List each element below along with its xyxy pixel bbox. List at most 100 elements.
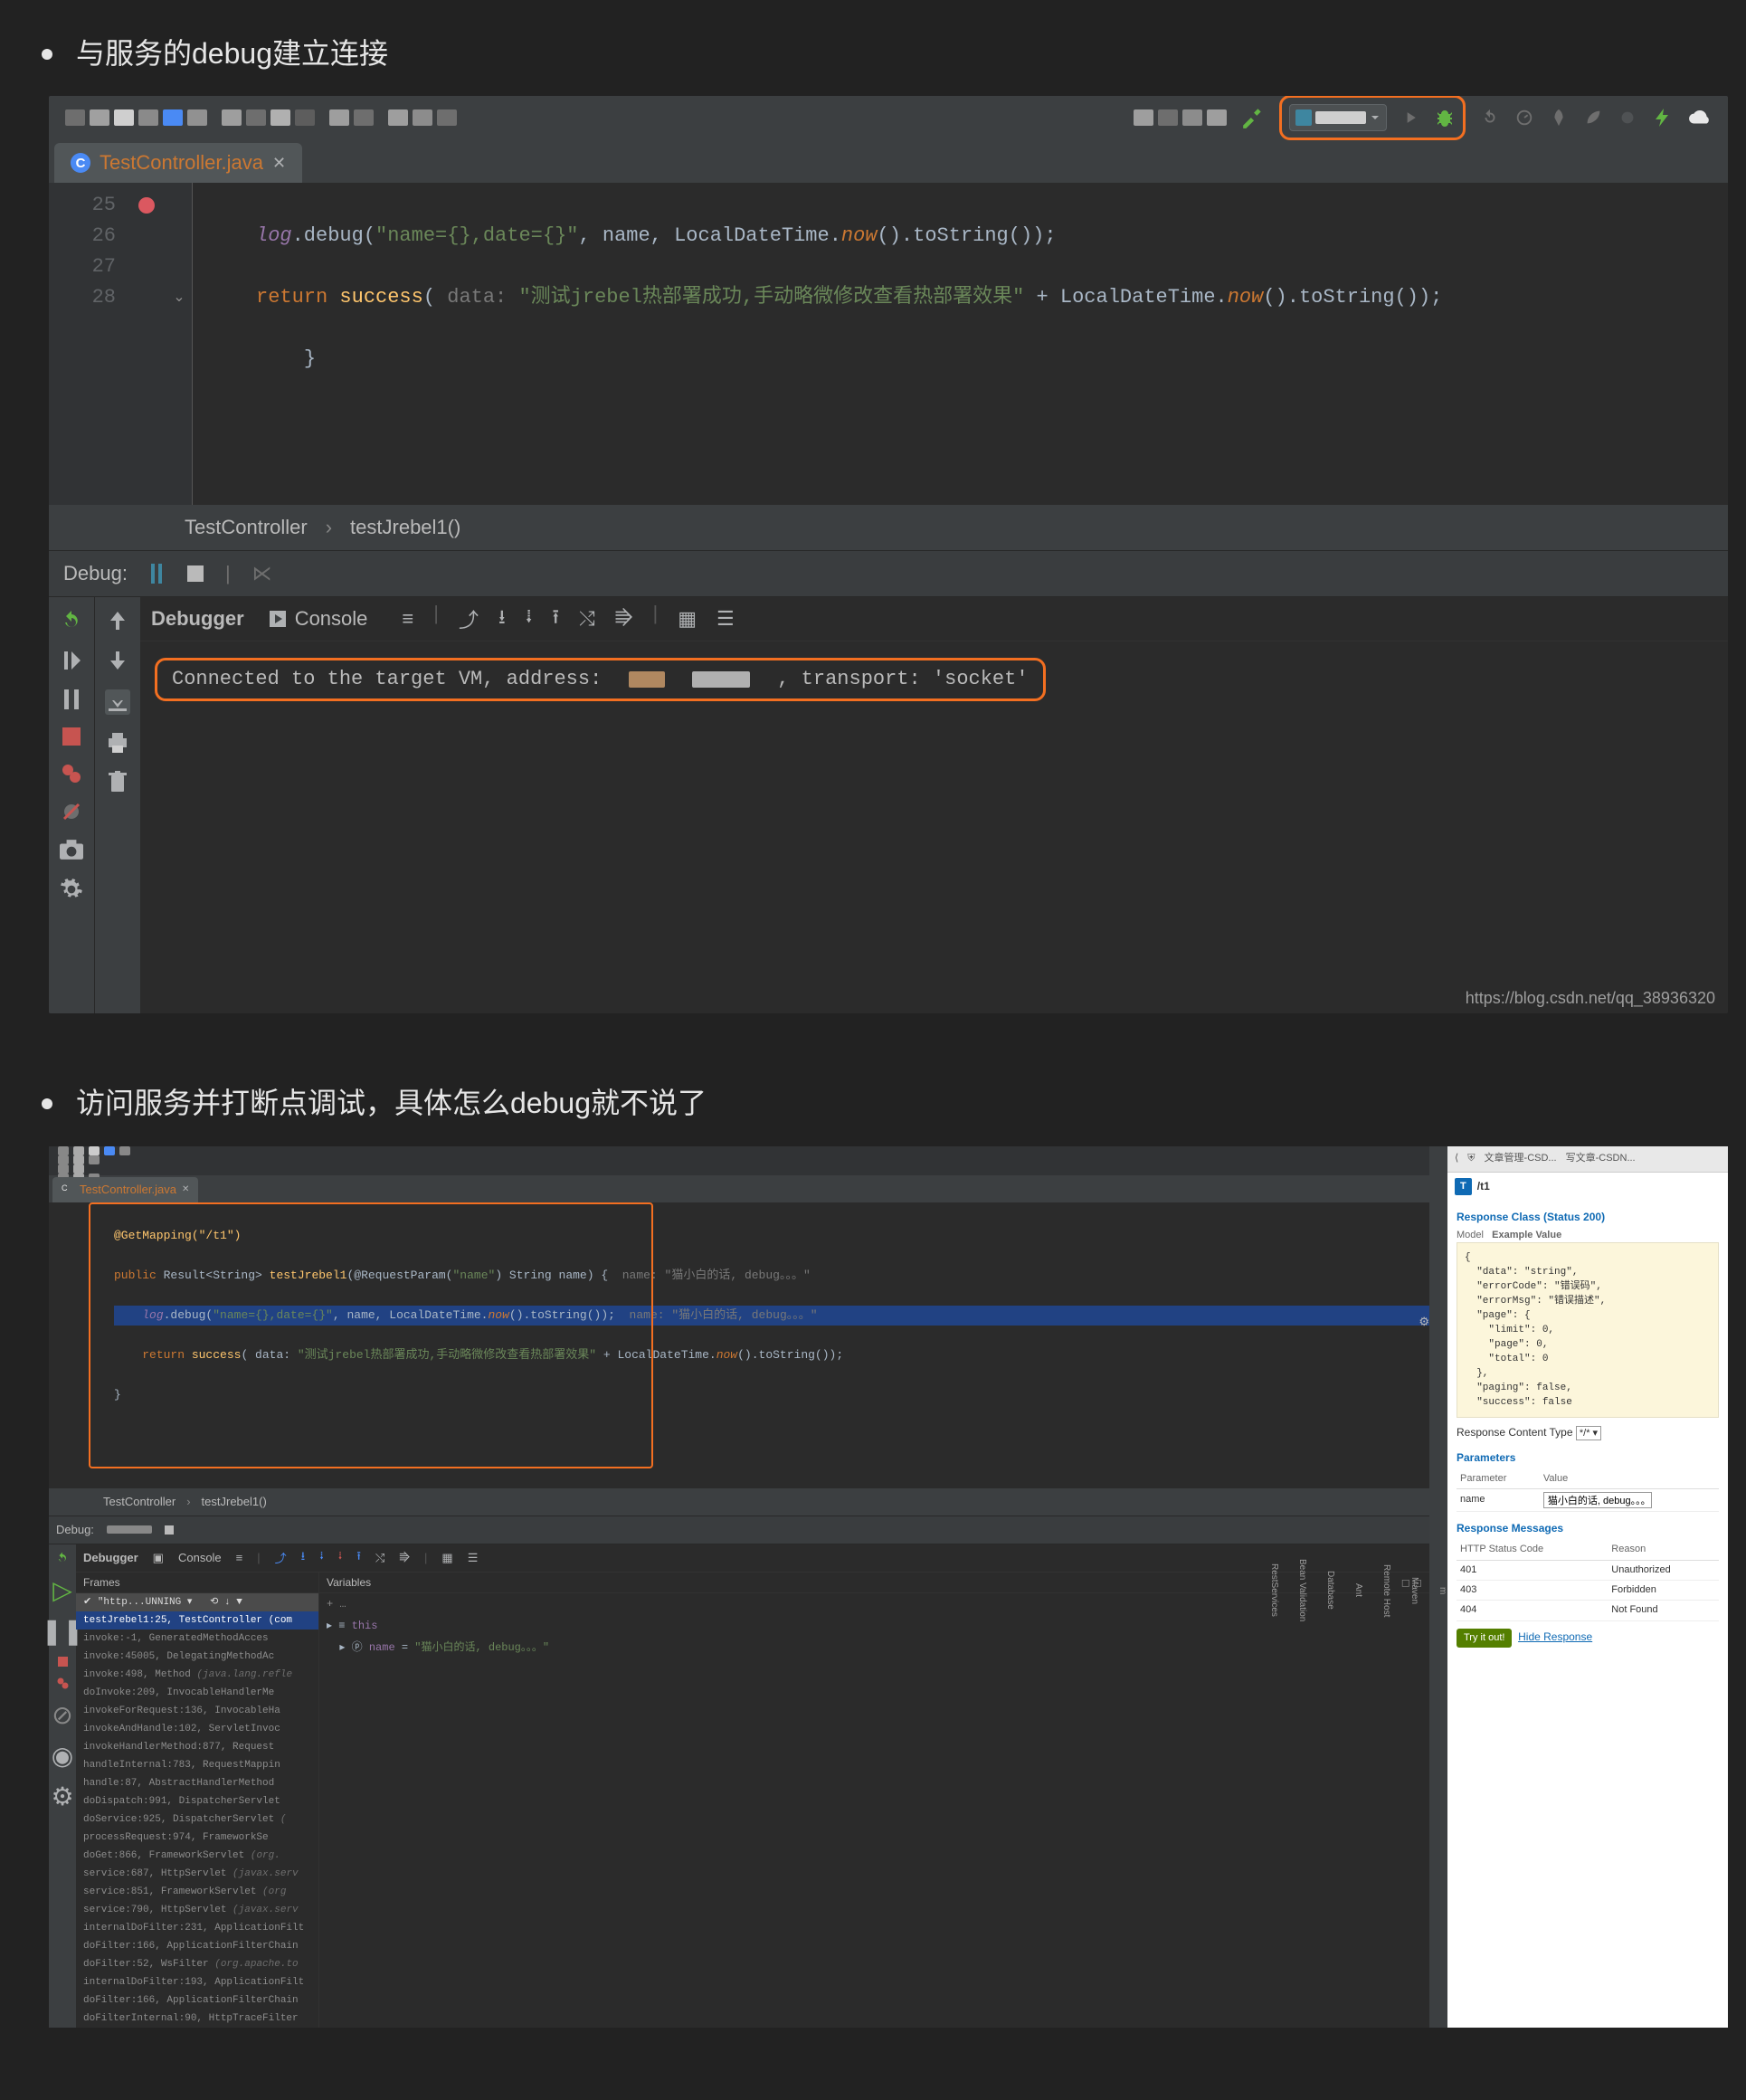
breadcrumb-class[interactable]: TestController [185, 516, 308, 539]
file-tab[interactable]: C TestController.java ✕ [54, 143, 302, 183]
stack-frame[interactable]: internalDoFilter:231, ApplicationFilt [76, 1919, 318, 1937]
pause-icon[interactable] [63, 689, 80, 709]
stack-frame[interactable]: doFilter:166, ApplicationFilterChain [76, 1937, 318, 1955]
rerun-green-icon[interactable] [56, 1552, 69, 1564]
stack-frame[interactable]: invokeForRequest:136, InvocableHa [76, 1702, 318, 1720]
close-tab-icon[interactable]: ✕ [272, 154, 286, 173]
settings-gear-icon[interactable]: ⚙ [1419, 1315, 1429, 1329]
breakpoint-marker-icon[interactable] [138, 197, 155, 214]
variables-panel[interactable]: Variables◻ ◻ + … ▸ ≡ this ▸ ⓟ name = "猫小… [319, 1573, 1429, 2028]
camera-icon[interactable] [60, 840, 83, 860]
step-over-icon[interactable]: ⤴ [459, 602, 479, 636]
browser-tabs[interactable]: ⟨ ⛨ 文章管理-CSD... 写文章-CSDN... [1447, 1146, 1728, 1173]
api-header[interactable]: T /t1 [1447, 1173, 1728, 1201]
bug-dark-icon[interactable] [1618, 108, 1637, 128]
camera-icon[interactable]: ◉ [52, 1741, 73, 1771]
frames-panel[interactable]: Frames ✔ "http...UNNING ▾ ⟲ ↓ ▼ testJreb… [76, 1573, 319, 2028]
debug-bug-icon[interactable] [1434, 107, 1456, 128]
evaluate-icon[interactable]: ▦ [678, 602, 697, 636]
view-breakpoints-icon[interactable] [62, 764, 81, 784]
browser-back-icon[interactable]: ⟨ [1455, 1152, 1458, 1165]
stop-icon[interactable] [62, 727, 81, 746]
breakpoint-gutter[interactable] [127, 183, 166, 505]
file-tab[interactable]: C TestController.java ✕ [52, 1177, 198, 1202]
step-out-icon[interactable]: ⭱ [552, 602, 559, 636]
stack-frame[interactable]: doFilter:166, ApplicationFilterChain [76, 1991, 318, 2010]
jrebel-bolt-icon[interactable] [1652, 107, 1674, 128]
structure-breadcrumb[interactable]: TestController › testJrebel1() [49, 505, 1728, 550]
example-json[interactable]: { "data": "string", "errorCode": "错误码", … [1457, 1242, 1719, 1418]
structure-breadcrumb-2[interactable]: TestController›testJrebel1() [49, 1488, 1429, 1516]
up-stack-icon[interactable] [109, 610, 127, 632]
stack-frame[interactable]: service:851, FrameworkServlet (org [76, 1883, 318, 1901]
stack-frame[interactable]: processRequest:974, FrameworkSe [76, 1829, 318, 1847]
code-body[interactable]: log.debug("name={},date={}", name, Local… [193, 183, 1728, 505]
rerun-icon[interactable] [1480, 108, 1500, 128]
step-into-icon[interactable]: ⭳ [498, 602, 506, 636]
stack-frame[interactable]: testJrebel1:25, TestController (com [76, 1611, 318, 1630]
param-value-input[interactable] [1543, 1492, 1652, 1508]
settings-gear-icon[interactable]: ⚙ [51, 1782, 73, 1811]
jrebel-rocket-icon[interactable] [1549, 108, 1569, 128]
rerun-green-icon[interactable] [61, 610, 82, 632]
profiler-icon[interactable] [1514, 108, 1534, 128]
stack-frame[interactable]: doFilter:52, WsFilter (org.apache.to [76, 1955, 318, 1973]
stack-frame[interactable]: doInvoke:209, InvocableHandlerMe [76, 1684, 318, 1702]
skip-back-icon[interactable]: ⋉ [252, 562, 272, 585]
code-editor[interactable]: 25262728 ⌄ log.debug("name={},date={}", … [49, 183, 1728, 505]
fold-gutter[interactable]: ⌄ [166, 183, 193, 505]
hammer-build-icon[interactable] [1241, 106, 1265, 129]
debugger-tab[interactable]: Debugger [83, 1551, 138, 1564]
resume-icon[interactable]: ▷ [52, 1575, 72, 1605]
stack-frame[interactable]: handle:87, AbstractHandlerMethod [76, 1774, 318, 1792]
stack-frame[interactable]: service:687, HttpServlet (javax.serv [76, 1865, 318, 1883]
stop-square-icon[interactable] [165, 1525, 174, 1535]
run-configuration-dropdown[interactable] [1289, 104, 1387, 131]
resume-icon[interactable] [62, 650, 81, 671]
drop-frame-icon[interactable]: ⤭ [579, 602, 595, 636]
stack-frame[interactable]: invoke:45005, DelegatingMethodAc [76, 1648, 318, 1666]
jrebel-leaf-icon[interactable] [1583, 108, 1603, 128]
console-tab[interactable]: Console [178, 1551, 222, 1564]
stack-frame[interactable]: invokeHandlerMethod:877, Request [76, 1738, 318, 1756]
mute-breakpoints-icon[interactable] [62, 802, 81, 822]
var-input[interactable]: + … [319, 1593, 1429, 1615]
stack-frame[interactable]: handleInternal:783, RequestMappin [76, 1756, 318, 1774]
show-exec-point-icon[interactable]: ≡ [402, 602, 413, 636]
stack-frame[interactable]: doDispatch:991, DispatcherServlet [76, 1792, 318, 1810]
console-output[interactable]: Connected to the target VM, address: , t… [140, 641, 1728, 717]
fold-handle-icon[interactable]: ⌄ [166, 282, 192, 313]
content-type-select[interactable]: */* ▾ [1576, 1426, 1601, 1440]
settings-gear-icon[interactable] [60, 878, 83, 901]
trace-icon[interactable]: ☰ [716, 602, 735, 636]
thread-selector[interactable]: ✔ "http...UNNING ▾ ⟲ ↓ ▼ [76, 1593, 318, 1611]
cloud-icon[interactable] [1688, 108, 1712, 128]
maven-toolwindow-button[interactable]: m [1438, 1587, 1447, 1594]
run-to-cursor-icon[interactable]: ⭆ [615, 602, 633, 636]
stop-icon[interactable] [58, 1657, 68, 1667]
stack-frame[interactable]: invoke:-1, GeneratedMethodAcces [76, 1630, 318, 1648]
stack-frame[interactable]: internalDoFilter:193, ApplicationFilt [76, 1973, 318, 1991]
stop-square-icon[interactable] [187, 565, 204, 582]
stack-frame[interactable]: invoke:498, Method (java.lang.refle [76, 1666, 318, 1684]
mute-breakpoints-icon[interactable]: ⊘ [52, 1700, 72, 1730]
try-it-out-button[interactable]: Try it out! [1457, 1629, 1512, 1648]
run-icon[interactable] [1401, 109, 1419, 127]
debugger-tab[interactable]: Debugger [151, 607, 244, 631]
console-tab[interactable]: Console [270, 607, 368, 631]
down-stack-icon[interactable] [109, 650, 127, 671]
stack-frame[interactable]: service:790, HttpServlet (javax.serv [76, 1901, 318, 1919]
stack-frame[interactable]: invokeAndHandle:102, ServletInvoc [76, 1720, 318, 1738]
debug-session-icon[interactable] [149, 564, 166, 584]
view-breakpoints-icon[interactable] [57, 1677, 69, 1689]
trash-icon[interactable] [109, 771, 127, 793]
breadcrumb-method[interactable]: testJrebel1() [350, 516, 460, 539]
hide-response-link[interactable]: Hide Response [1518, 1630, 1592, 1643]
print-icon[interactable] [107, 733, 128, 753]
stack-frame[interactable]: doFilterInternal:90, HttpTraceFilter [76, 2010, 318, 2028]
step-into-boxed-icon[interactable] [105, 689, 130, 715]
right-tool-strip[interactable]: m Maven Remote Host Ant Database Bean Va… [1429, 1146, 1447, 2028]
code-editor-2[interactable]: @GetMapping("/t1") public Result<String>… [49, 1202, 1429, 1488]
close-tab-icon[interactable]: ✕ [182, 1184, 189, 1194]
stack-frame[interactable]: doGet:866, FrameworkServlet (org. [76, 1847, 318, 1865]
